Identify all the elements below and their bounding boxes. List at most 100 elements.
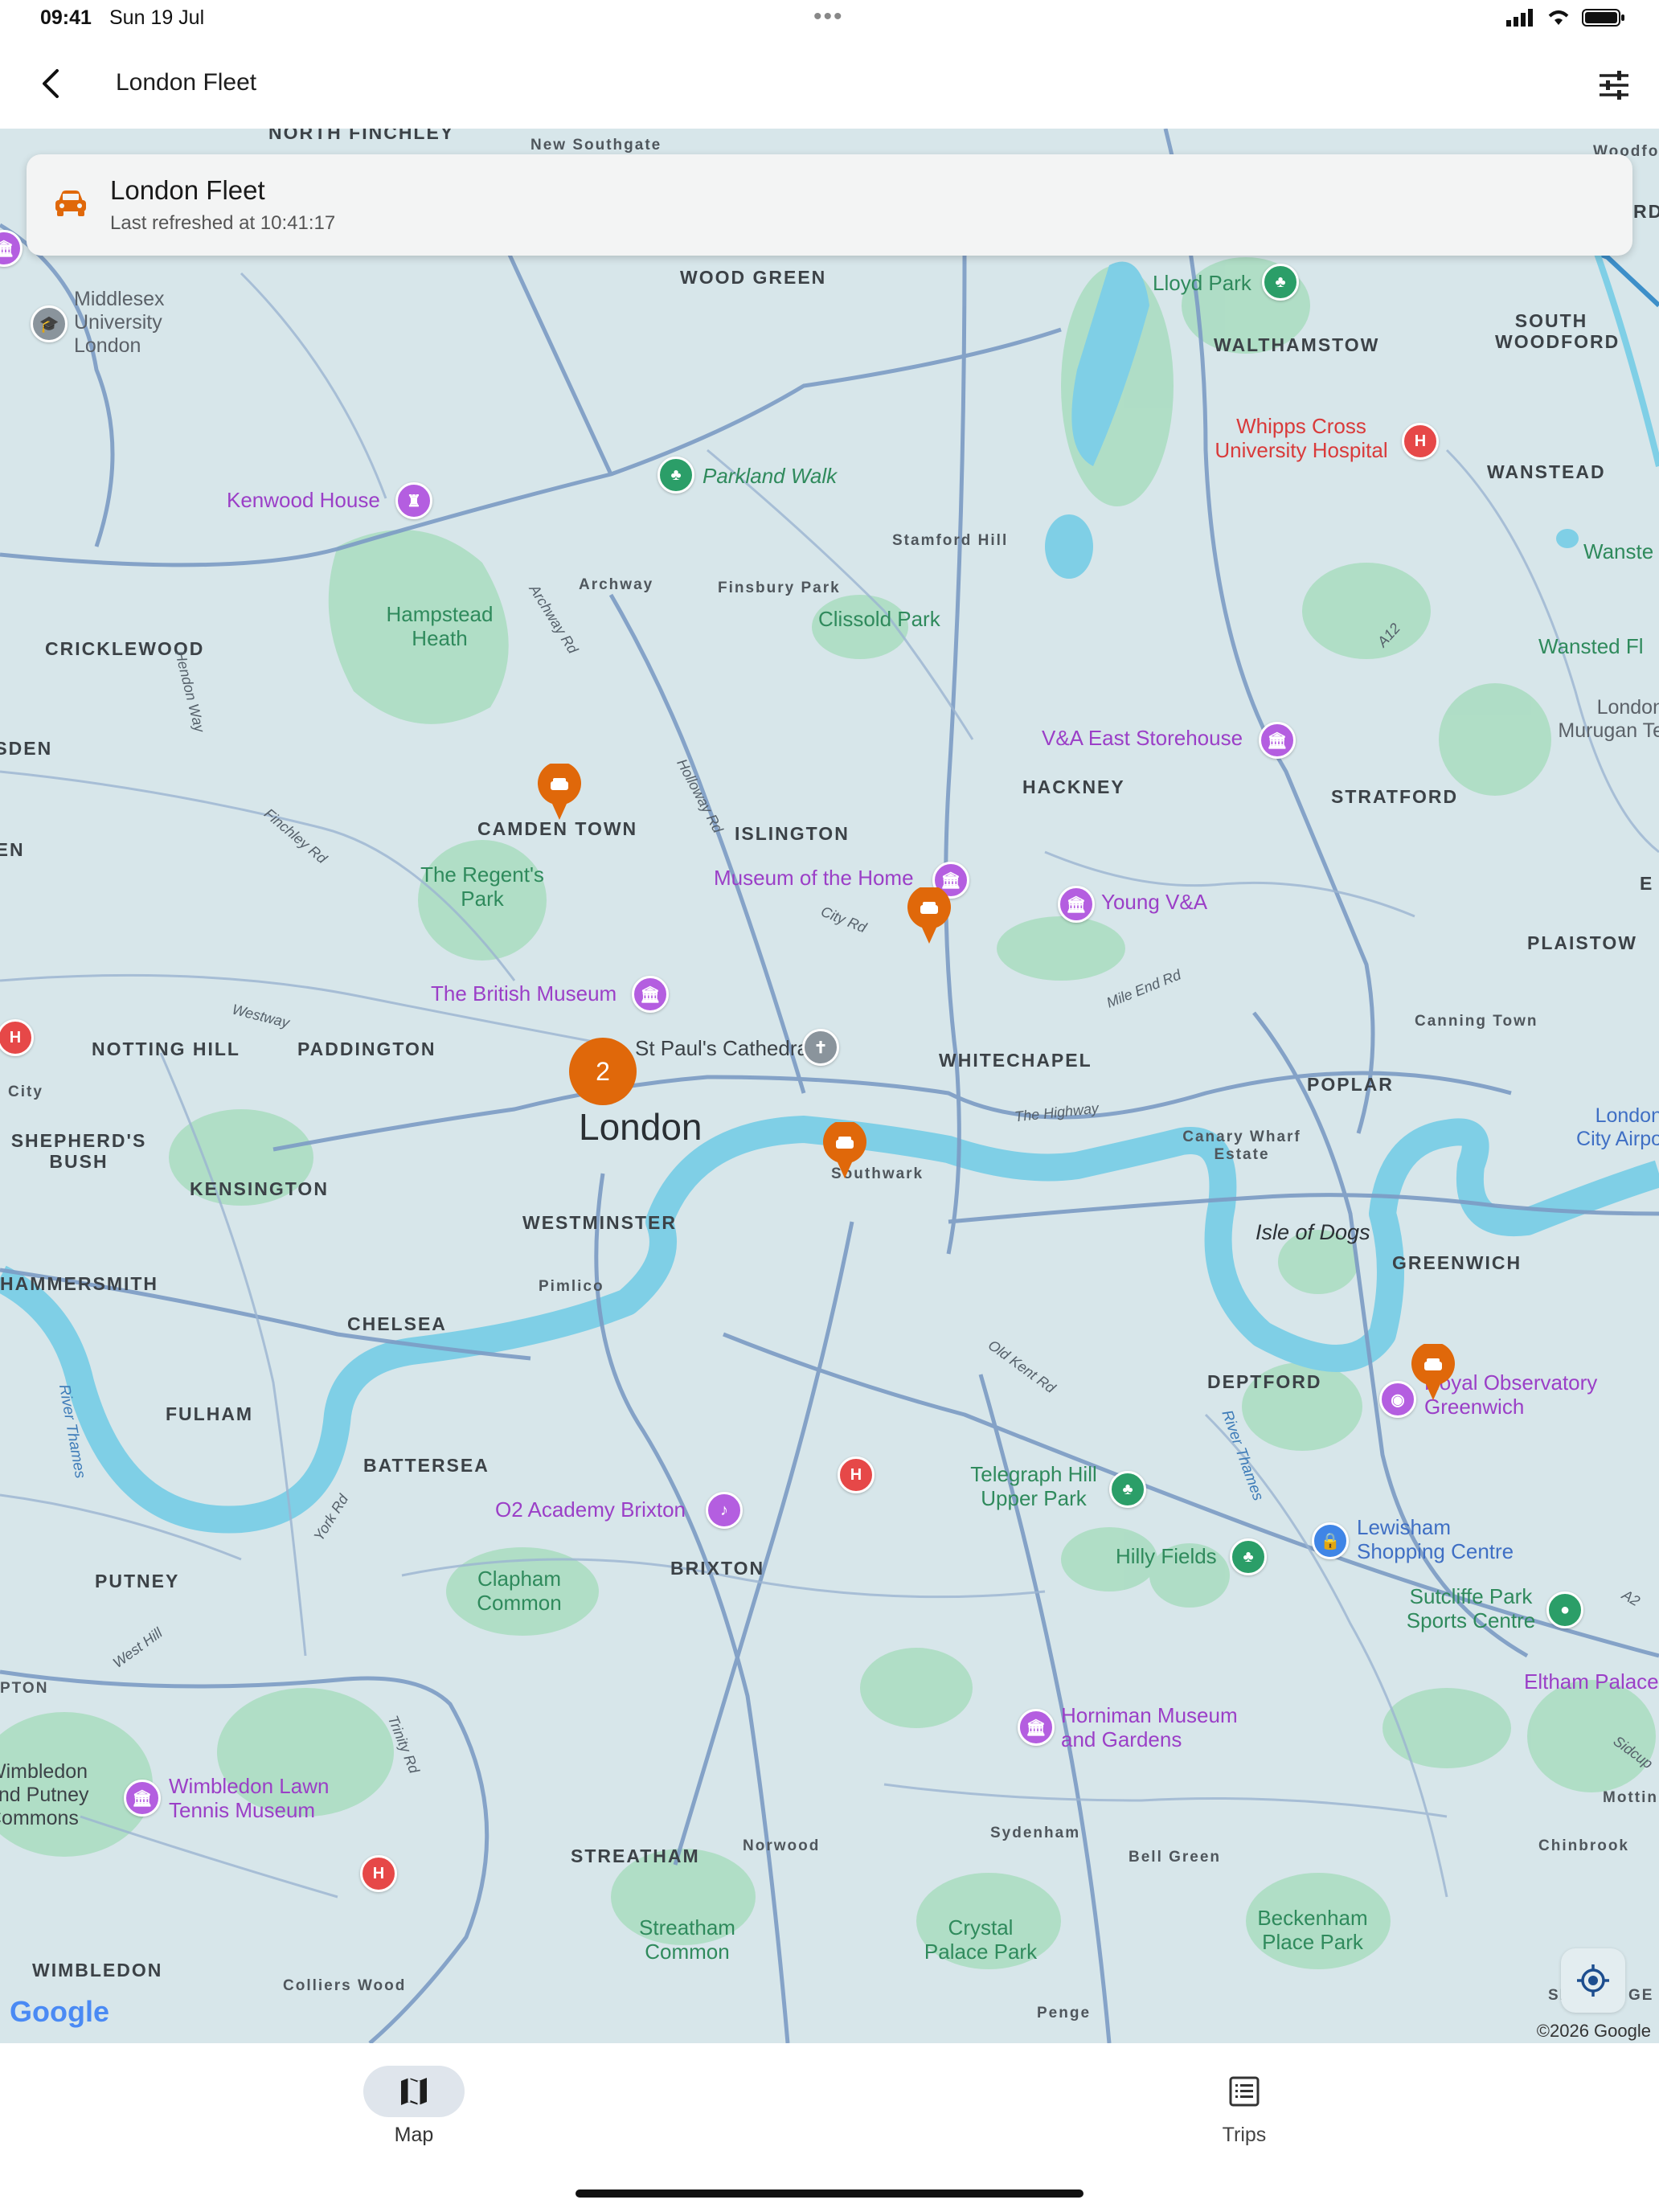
app-bar: London Fleet bbox=[0, 40, 1659, 129]
hospital-icon[interactable]: H bbox=[1402, 423, 1439, 460]
cellular-icon bbox=[1506, 9, 1533, 27]
poi-label: Eltham Palace bbox=[1524, 1669, 1659, 1694]
district-label: New Southgate bbox=[530, 137, 662, 154]
edge-label: GE bbox=[1628, 1987, 1654, 2004]
status-bar: 09:41 Sun 19 Jul ••• bbox=[0, 0, 1659, 40]
park-label: Lloyd Park bbox=[1153, 271, 1251, 295]
vehicle-cluster[interactable]: 2 bbox=[569, 1038, 637, 1105]
edge-label: City bbox=[8, 1083, 43, 1100]
park-label: Clissold Park bbox=[818, 607, 940, 631]
district-label: Archway bbox=[579, 576, 654, 593]
city-label: London bbox=[579, 1106, 703, 1148]
vehicle-pin[interactable] bbox=[1410, 1344, 1456, 1402]
poi-label: St Paul's Cathedral bbox=[635, 1036, 813, 1060]
district-label: Wood Green bbox=[680, 267, 827, 288]
district-label: Canning Town bbox=[1415, 1013, 1538, 1030]
district-label: Mottin bbox=[1603, 1789, 1658, 1806]
museum-icon[interactable]: 🏛 bbox=[1259, 722, 1296, 759]
tab-map-label[interactable]: Map bbox=[354, 2124, 474, 2147]
sports-icon[interactable]: ● bbox=[1546, 1591, 1583, 1628]
tree-icon[interactable]: ♣ bbox=[1109, 1471, 1146, 1508]
university-icon[interactable]: 🎓 bbox=[31, 305, 68, 342]
edge-label: London City Airpo bbox=[1576, 1104, 1659, 1150]
poi-label: Museum of the Home bbox=[714, 866, 914, 890]
poi-label: O2 Academy Brixton bbox=[495, 1497, 686, 1522]
museum-icon[interactable]: 🏛 bbox=[1018, 1709, 1055, 1746]
district-label: Bell Green bbox=[1129, 1849, 1222, 1866]
district-label: South Woodford bbox=[1495, 310, 1620, 353]
district-label: Wanstead bbox=[1487, 461, 1606, 482]
district-label: Chinbrook bbox=[1538, 1837, 1629, 1854]
list-icon bbox=[1229, 2076, 1260, 2107]
museum-icon[interactable]: 🏛 bbox=[1058, 886, 1095, 923]
shopping-icon[interactable]: 🔒 bbox=[1312, 1522, 1349, 1559]
hospital-icon[interactable]: H bbox=[838, 1456, 875, 1493]
district-label: North Finchley bbox=[268, 129, 455, 143]
district-label: Brixton bbox=[670, 1558, 765, 1579]
page-title: London Fleet bbox=[116, 69, 257, 96]
edge-label: Wansted Fl bbox=[1538, 634, 1644, 658]
district-label: Streatham bbox=[571, 1845, 700, 1866]
edge-label: Wanste bbox=[1583, 539, 1654, 563]
district-label: Shepherd's Bush bbox=[10, 1130, 147, 1173]
park-label: Parkland Walk bbox=[703, 464, 838, 488]
card-title: London Fleet bbox=[110, 175, 265, 205]
district-label: Canary Wharf Estate bbox=[1182, 1129, 1301, 1163]
castle-icon[interactable]: ♜ bbox=[395, 482, 432, 519]
card-subtitle: Last refreshed at 10:41:17 bbox=[110, 212, 336, 234]
district-label: Stratford bbox=[1331, 786, 1459, 807]
poi-label: The British Museum bbox=[431, 981, 617, 1006]
park-label: Hilly Fields bbox=[1116, 1544, 1217, 1568]
district-label: Wimbledon bbox=[32, 1960, 163, 1981]
fleet-info-card[interactable]: London Fleet Last refreshed at 10:41:17 bbox=[27, 154, 1632, 256]
google-logo: Google bbox=[10, 1995, 109, 2028]
venue-icon[interactable]: ♪ bbox=[706, 1492, 743, 1529]
museum-icon[interactable]: 🏛 bbox=[632, 976, 669, 1013]
tree-icon[interactable]: ♣ bbox=[1262, 264, 1299, 301]
tree-icon[interactable]: ♣ bbox=[657, 457, 694, 494]
poi-label: Wimbledon Lawn Tennis Museum bbox=[169, 1774, 330, 1822]
home-indicator[interactable] bbox=[576, 2189, 1083, 2198]
back-button[interactable] bbox=[24, 58, 76, 109]
tab-map[interactable] bbox=[363, 2066, 465, 2117]
district-label: Norwood bbox=[743, 1837, 821, 1854]
park-label: Beckenham Place Park bbox=[1257, 1906, 1368, 1954]
district-label: Finsbury Park bbox=[718, 580, 841, 596]
battery-icon bbox=[1582, 9, 1624, 27]
map-copyright: ©2026 Google bbox=[1536, 2021, 1651, 2041]
museum-icon[interactable]: 🏛 bbox=[124, 1780, 161, 1817]
district-label: Hackney bbox=[1022, 776, 1125, 797]
edge-label: London Murugan Te bbox=[1558, 696, 1659, 742]
map-view[interactable]: North Finchley New Southgate Wood Green … bbox=[0, 129, 1659, 2043]
district-label: Westminster bbox=[522, 1212, 677, 1233]
tab-trips[interactable] bbox=[1219, 2066, 1270, 2117]
filter-button[interactable] bbox=[1588, 59, 1640, 111]
poi-label: Middlesex University London bbox=[74, 288, 165, 357]
vehicle-pin[interactable] bbox=[906, 887, 952, 945]
district-label: Notting Hill bbox=[92, 1038, 240, 1059]
poi-label: Kenwood House bbox=[227, 488, 380, 512]
vehicle-pin[interactable] bbox=[821, 1122, 868, 1180]
district-label: Plaistow bbox=[1527, 932, 1637, 953]
poi-label: Lewisham Shopping Centre bbox=[1357, 1515, 1514, 1563]
district-label: Den bbox=[0, 839, 25, 860]
district-label: Poplar bbox=[1307, 1074, 1394, 1095]
status-indicators bbox=[1506, 8, 1625, 27]
tab-trips-label[interactable]: Trips bbox=[1184, 2124, 1305, 2147]
park-label: Telegraph Hill Upper Park bbox=[970, 1462, 1097, 1510]
my-location-button[interactable] bbox=[1561, 1948, 1625, 2013]
edge-label: RD bbox=[1633, 201, 1659, 222]
district-label: Paddington bbox=[297, 1038, 436, 1059]
hospital-icon[interactable]: H bbox=[360, 1855, 397, 1892]
tune-icon bbox=[1600, 71, 1628, 100]
church-icon[interactable]: ✝ bbox=[802, 1029, 839, 1066]
district-label: Penge bbox=[1037, 2005, 1092, 2022]
poi-label: V&A East Storehouse bbox=[1042, 726, 1243, 750]
district-label: Sydenham bbox=[990, 1825, 1081, 1841]
tree-icon[interactable]: ♣ bbox=[1230, 1538, 1267, 1575]
vehicle-pin[interactable] bbox=[536, 764, 583, 821]
map-icon bbox=[401, 2078, 427, 2105]
multitasking-dots-icon[interactable]: ••• bbox=[813, 3, 844, 31]
crosshair-icon bbox=[1577, 1964, 1609, 1997]
park-label: Hampstead Heath bbox=[386, 602, 494, 650]
